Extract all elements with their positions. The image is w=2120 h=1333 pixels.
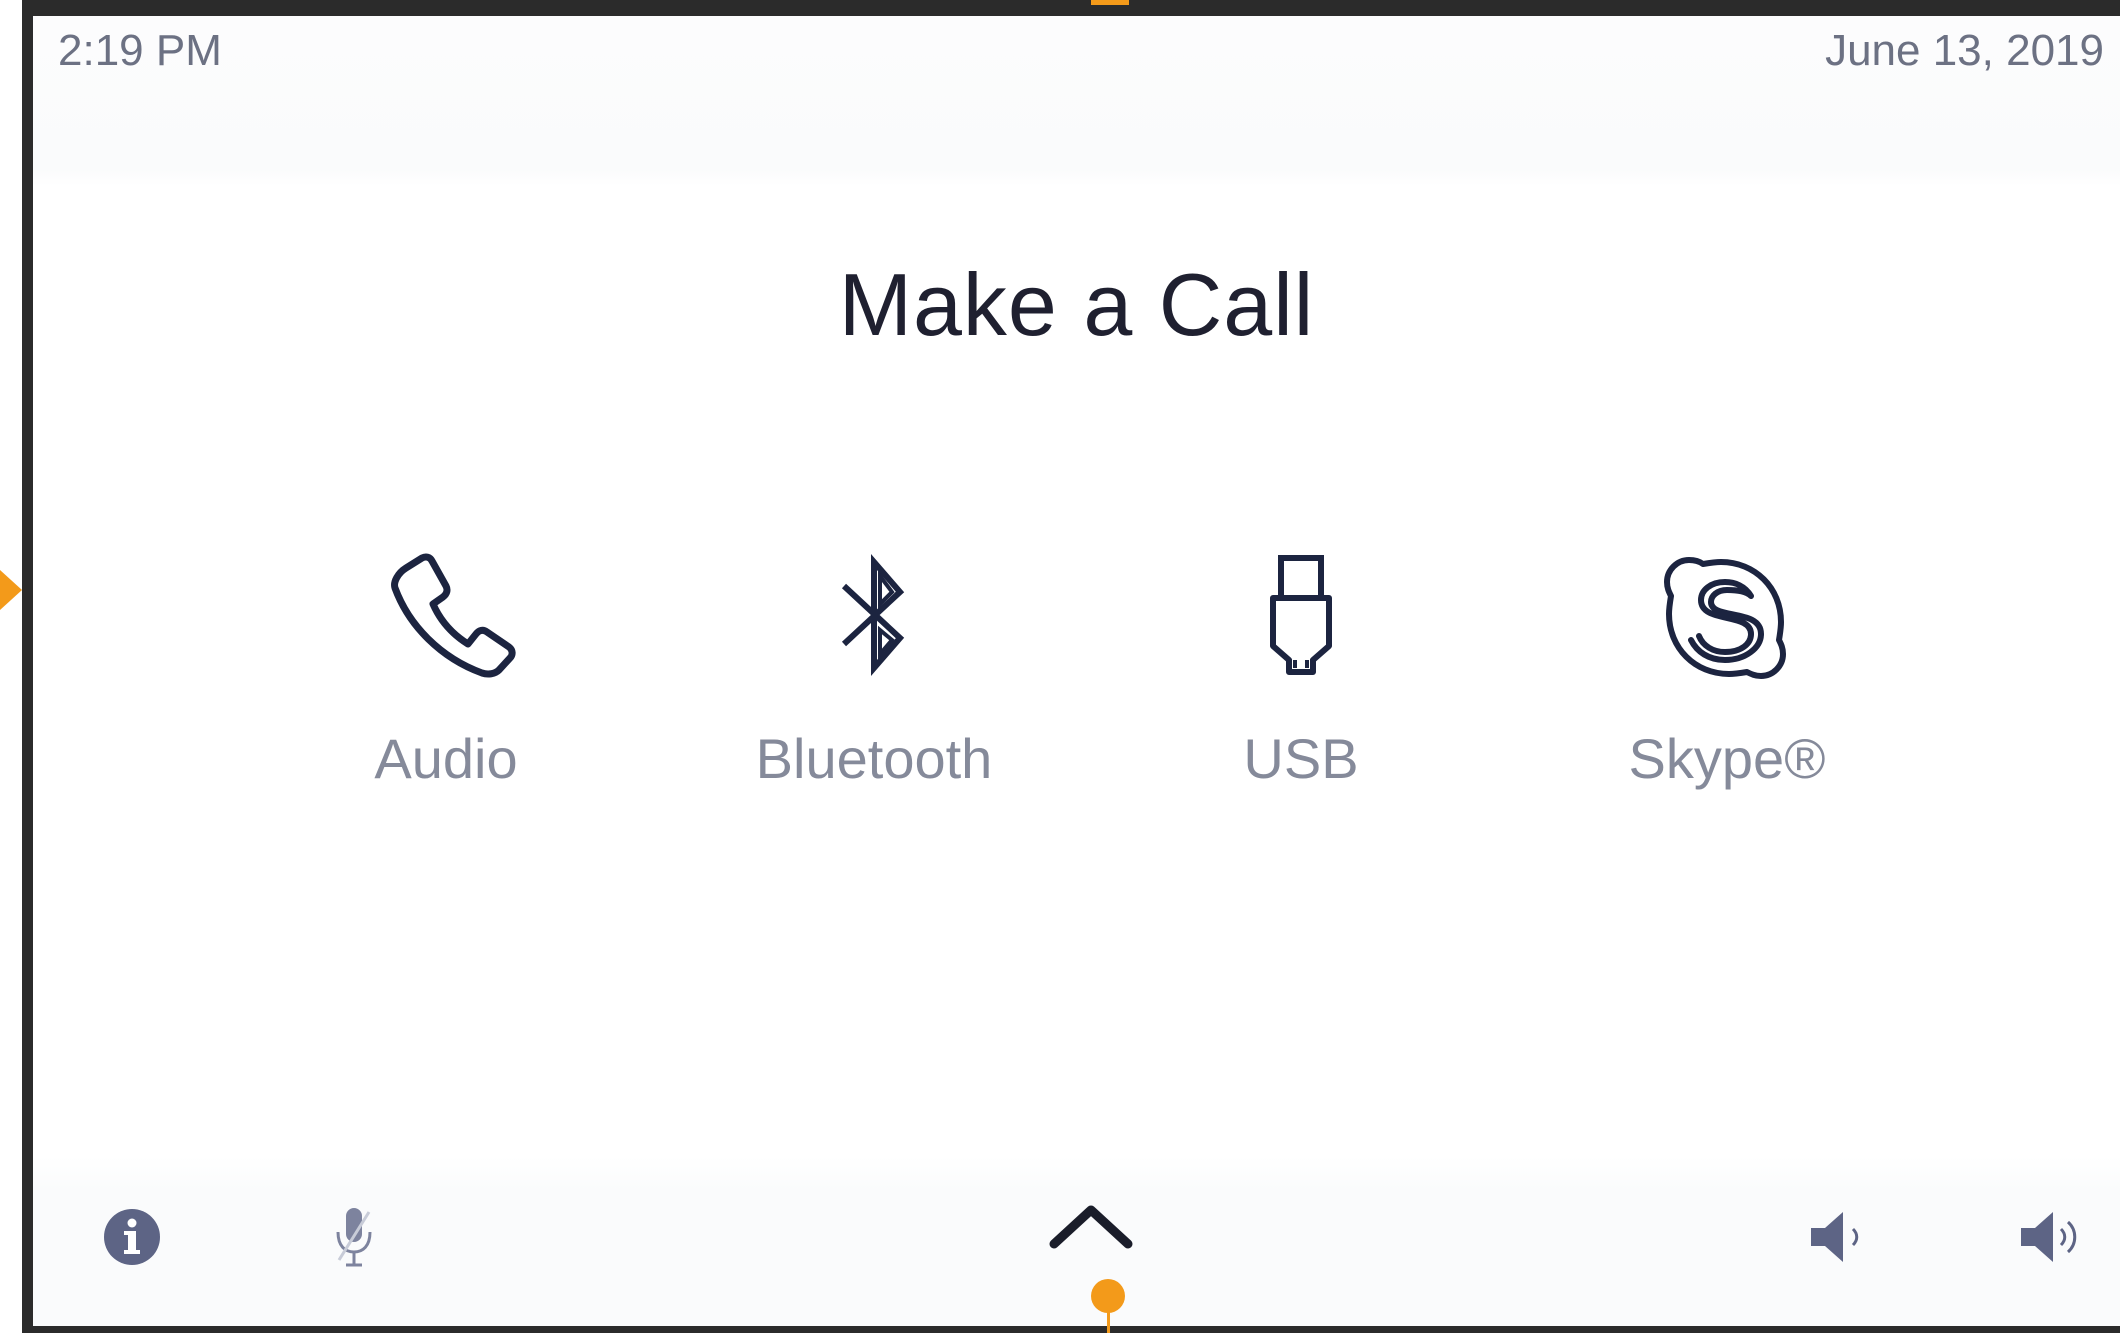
annotation-top-marker	[1091, 0, 1129, 5]
device-bezel-top	[22, 0, 2120, 16]
status-bar: 2:19 PM June 13, 2019	[33, 16, 2120, 186]
current-date: June 13, 2019	[1825, 26, 2104, 75]
clock-time: 2:19 PM	[58, 26, 222, 75]
bluetooth-option-label: Bluetooth	[755, 727, 993, 790]
audio-call-option[interactable]: Audio	[266, 546, 626, 791]
annotation-line-marker	[1107, 1305, 1110, 1333]
touch-panel-screen: 2:19 PM June 13, 2019 Make a Call Audio …	[33, 16, 2120, 1326]
skype-icon	[1664, 557, 1786, 679]
volume-down-icon[interactable]	[1803, 1202, 1873, 1272]
microphone-icon[interactable]	[319, 1202, 389, 1272]
chevron-up-icon[interactable]	[1048, 1196, 1134, 1256]
usb-call-option[interactable]: USB	[1121, 546, 1481, 791]
skype-call-option[interactable]: Skype®	[1547, 546, 1907, 791]
usb-option-label: USB	[1243, 727, 1359, 790]
audio-option-label: Audio	[374, 727, 518, 790]
skype-option-label: Skype®	[1628, 727, 1826, 790]
device-bezel-bottom	[22, 1326, 2120, 1333]
bottom-toolbar	[33, 1156, 2120, 1326]
device-bezel-left	[22, 0, 33, 1333]
phone-icon	[391, 553, 516, 678]
volume-up-icon[interactable]	[2015, 1202, 2085, 1272]
annotation-arrow-marker	[0, 570, 22, 610]
info-icon[interactable]	[97, 1202, 167, 1272]
bluetooth-call-option[interactable]: Bluetooth	[694, 546, 1054, 791]
page-title: Make a Call	[838, 255, 1315, 354]
usb-icon	[1270, 555, 1332, 675]
bluetooth-icon	[841, 553, 905, 677]
